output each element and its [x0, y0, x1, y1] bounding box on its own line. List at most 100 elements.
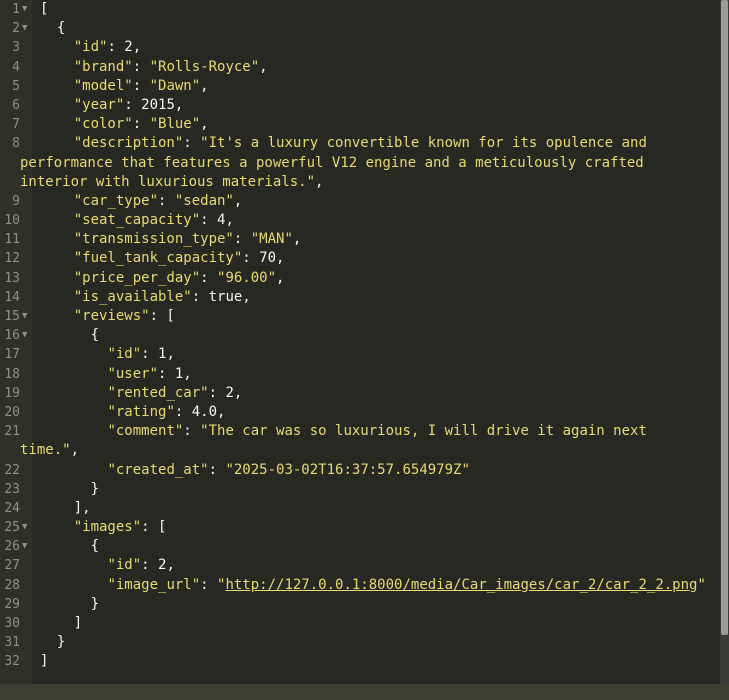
- line-number: [0, 173, 20, 192]
- line-number: 18: [4, 366, 20, 382]
- code-text: "description": "It's a luxury convertibl…: [40, 134, 647, 153]
- fold-arrow-icon[interactable]: ▼: [20, 19, 40, 38]
- string-token: "It's a luxury convertible known for its…: [200, 135, 647, 152]
- string-token: "2025-03-02T16:37:57.654979Z": [225, 461, 470, 478]
- line-number: 6: [12, 97, 20, 113]
- string-token: "id": [107, 557, 142, 574]
- code-token: :: [200, 269, 218, 286]
- url-link[interactable]: http://127.0.0.1:8000/media/Car_images/c…: [225, 577, 697, 593]
- code-token: ]: [40, 615, 83, 631]
- code-line: 23 }: [0, 480, 720, 499]
- fold-arrow-icon[interactable]: ▼: [20, 537, 40, 556]
- string-token: "fuel_tank_capacity": [73, 250, 243, 267]
- code-line: 30 ]: [0, 614, 720, 633]
- string-token: "Blue": [149, 116, 201, 133]
- code-token: : 70,: [242, 250, 285, 267]
- code-text: "images": [: [40, 518, 167, 537]
- string-token: "The car was so luxurious, I will drive …: [200, 423, 647, 440]
- code-token: :: [183, 135, 201, 152]
- line-number: 13: [4, 270, 20, 286]
- code-token: :: [132, 77, 150, 94]
- code-token: : 1,: [141, 346, 175, 363]
- line-number: 7: [12, 117, 20, 133]
- code-token: : [: [149, 308, 175, 324]
- line-number: 11: [4, 232, 20, 248]
- code-line: 31 }: [0, 633, 720, 652]
- line-number: [0, 154, 20, 173]
- code-line: 15 ▼ "reviews": [: [0, 307, 720, 326]
- code-text: "comment": "The car was so luxurious, I …: [40, 422, 647, 441]
- code-line: 16 ▼ {: [0, 326, 720, 345]
- fold-arrow-icon[interactable]: ▼: [20, 326, 40, 345]
- code-token: ],: [40, 499, 91, 516]
- vertical-scrollbar[interactable]: [720, 0, 729, 684]
- code-token: ,: [259, 58, 268, 75]
- fold-arrow-icon[interactable]: ▼: [20, 307, 40, 326]
- line-number: 12: [4, 251, 20, 267]
- string-token: time.": [20, 442, 71, 459]
- line-number: 16: [4, 328, 20, 344]
- code-token: ,: [70, 442, 80, 459]
- code-text: "rented_car": 2,: [40, 384, 242, 403]
- string-token: "model": [73, 77, 133, 94]
- line-number: 8: [12, 136, 20, 152]
- line-number: 5: [12, 78, 20, 94]
- code-line: 10 "seat_capacity": 4,: [0, 211, 720, 230]
- code-line: 12 "fuel_tank_capacity": 70,: [0, 249, 720, 268]
- string-token: ": [697, 576, 706, 593]
- code-line: 24 ],: [0, 499, 720, 518]
- fold-arrow-icon[interactable]: ▼: [20, 0, 40, 19]
- code-lines: 1 ▼[2 ▼ {3 "id": 2, 4 "brand": "Rolls-Royce…: [0, 0, 720, 672]
- code-line: 1 ▼[: [0, 0, 720, 19]
- code-text: {: [40, 19, 65, 38]
- code-token: : [: [141, 519, 167, 536]
- line-number: 9: [12, 193, 20, 209]
- code-line: 18 "user": 1,: [0, 365, 720, 384]
- code-token: {: [40, 538, 100, 555]
- code-token: ,: [200, 116, 209, 133]
- string-token: "rented_car": [107, 384, 209, 401]
- code-line: 9 "car_type": "sedan",: [0, 192, 720, 211]
- scrollbar-thumb[interactable]: [721, 0, 728, 635]
- code-line: 3 "id": 2,: [0, 38, 720, 57]
- wrapped-code-line: interior with luxurious materials.",: [0, 173, 720, 192]
- string-token: "Rolls-Royce": [149, 58, 260, 75]
- code-text: "user": 1,: [40, 365, 191, 384]
- code-token: ,: [292, 231, 302, 248]
- line-number: 24: [4, 500, 20, 516]
- code-token: :: [208, 461, 226, 478]
- code-line: 13 "price_per_day": "96.00",: [0, 269, 720, 288]
- code-text: ]: [40, 614, 82, 633]
- code-text: ]: [40, 652, 48, 671]
- json-editor[interactable]: 1 ▼[2 ▼ {3 "id": 2, 4 "brand": "Rolls-Royce…: [0, 0, 729, 684]
- code-line: 27 "id": 2,: [0, 556, 720, 575]
- code-token: ]: [40, 653, 49, 670]
- string-token: "user": [107, 365, 159, 382]
- fold-arrow-icon[interactable]: ▼: [20, 518, 40, 537]
- code-text: time.",: [20, 441, 79, 460]
- string-token: "price_per_day": [73, 269, 201, 286]
- line-number: 2: [12, 21, 20, 37]
- line-number: 26: [4, 539, 20, 555]
- line-number: 14: [4, 289, 20, 305]
